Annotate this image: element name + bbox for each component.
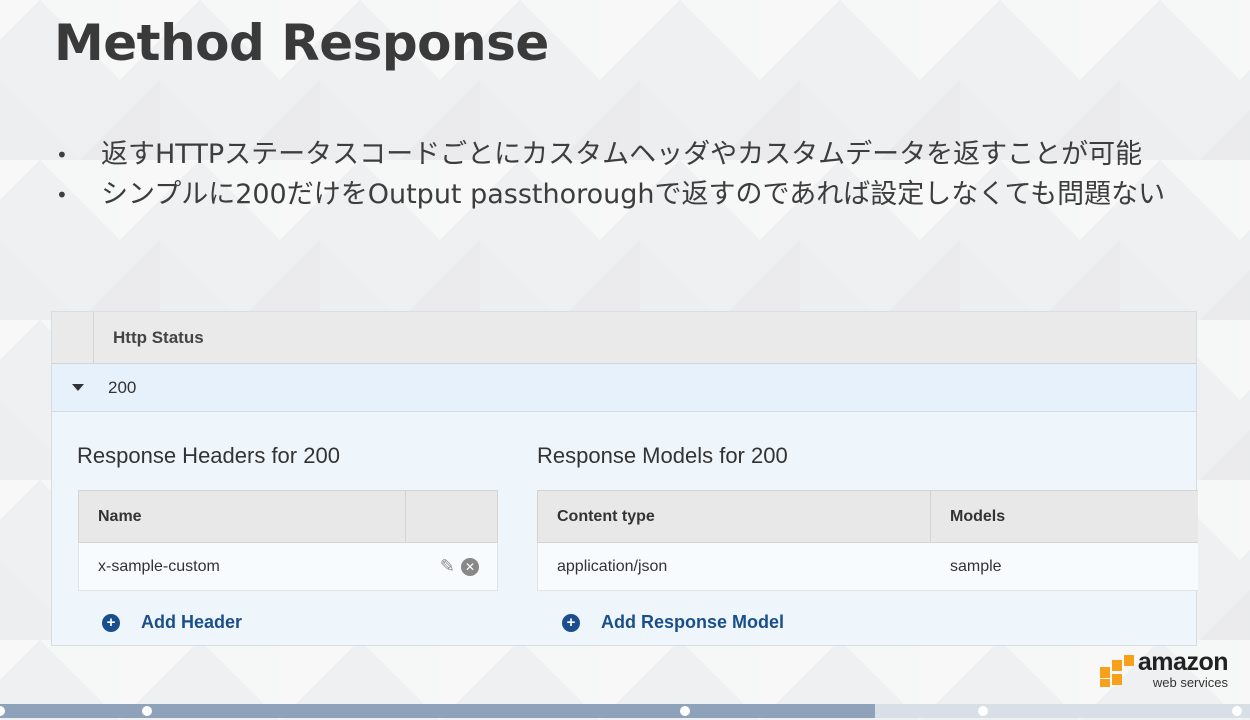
- response-headers-title: Response Headers for 200: [77, 443, 340, 468]
- table-row: application/json sample: [537, 543, 1198, 591]
- response-headers-table: Name x-sample-custom ✎ ✕: [78, 490, 498, 591]
- add-response-model-button[interactable]: + Add Response Model: [562, 612, 784, 633]
- models-column-header: Models: [950, 507, 1006, 525]
- bullet-glyph: •: [56, 183, 68, 207]
- status-row-200[interactable]: 200: [52, 364, 1196, 412]
- header-spacer: [52, 312, 94, 363]
- aws-logo: amazon web services: [1099, 648, 1229, 690]
- aws-wordmark: amazon web services: [1137, 648, 1229, 690]
- name-column-header: Name: [79, 491, 406, 542]
- row-actions: ✎ ✕: [406, 543, 497, 590]
- content-type-cell: application/json: [557, 557, 668, 575]
- aws-cubes-icon: [1099, 655, 1136, 689]
- http-status-column-header: Http Status: [113, 327, 204, 347]
- add-response-model-label: Add Response Model: [601, 612, 785, 632]
- slide-title: Method Response: [54, 14, 549, 72]
- bullet-list: • 返すHTTPステータスコードごとにカスタムヘッダやカスタムデータを返すことが…: [56, 138, 1166, 218]
- bullet-item: • 返すHTTPステータスコードごとにカスタムヘッダやカスタムデータを返すことが…: [56, 138, 1166, 172]
- bullet-item: • シンプルに200だけをOutput passthoroughで返すのであれば…: [56, 178, 1166, 212]
- header-name-cell: x-sample-custom: [98, 557, 220, 575]
- progress-fill: [0, 704, 875, 718]
- aws-sub: web services: [1152, 675, 1228, 690]
- plus-circle-icon: +: [562, 613, 580, 632]
- models-table-header: Content type Models: [537, 490, 1198, 543]
- bullet-glyph: •: [56, 143, 68, 167]
- method-response-panel: Http Status 200 Response Headers for 200…: [51, 311, 1198, 646]
- content-type-column-header: Content type: [538, 491, 931, 542]
- actions-column-header: [406, 491, 497, 542]
- response-models-title: Response Models for 200: [537, 443, 788, 468]
- remove-icon[interactable]: ✕: [461, 557, 479, 576]
- plus-circle-icon: +: [102, 613, 120, 632]
- table-row: x-sample-custom ✎ ✕: [78, 543, 498, 591]
- status-code: 200: [108, 377, 137, 397]
- progress-marker: [978, 706, 988, 716]
- progress-marker: [142, 706, 152, 716]
- bullet-text: シンプルに200だけをOutput passthoroughで返すのであれば設定…: [101, 179, 1166, 210]
- progress-marker: [680, 706, 690, 716]
- bullet-text: 返すHTTPステータスコードごとにカスタムヘッダやカスタムデータを返すことが可能: [101, 139, 1143, 170]
- caret-down-icon[interactable]: [72, 384, 84, 391]
- aws-brand: amazon: [1137, 648, 1229, 676]
- playback-progress-bar[interactable]: [0, 704, 1250, 718]
- add-header-button[interactable]: + Add Header: [102, 612, 242, 633]
- status-table-header: Http Status: [52, 312, 1196, 364]
- add-header-label: Add Header: [141, 612, 243, 632]
- headers-table-header: Name: [78, 490, 498, 543]
- progress-marker: [1232, 706, 1242, 716]
- pencil-icon[interactable]: ✎: [440, 556, 455, 577]
- response-models-table: Content type Models application/json sam…: [537, 490, 1198, 591]
- model-cell: sample: [950, 557, 1002, 575]
- slide: Method Response • 返すHTTPステータスコードごとにカスタムヘ…: [0, 0, 1250, 720]
